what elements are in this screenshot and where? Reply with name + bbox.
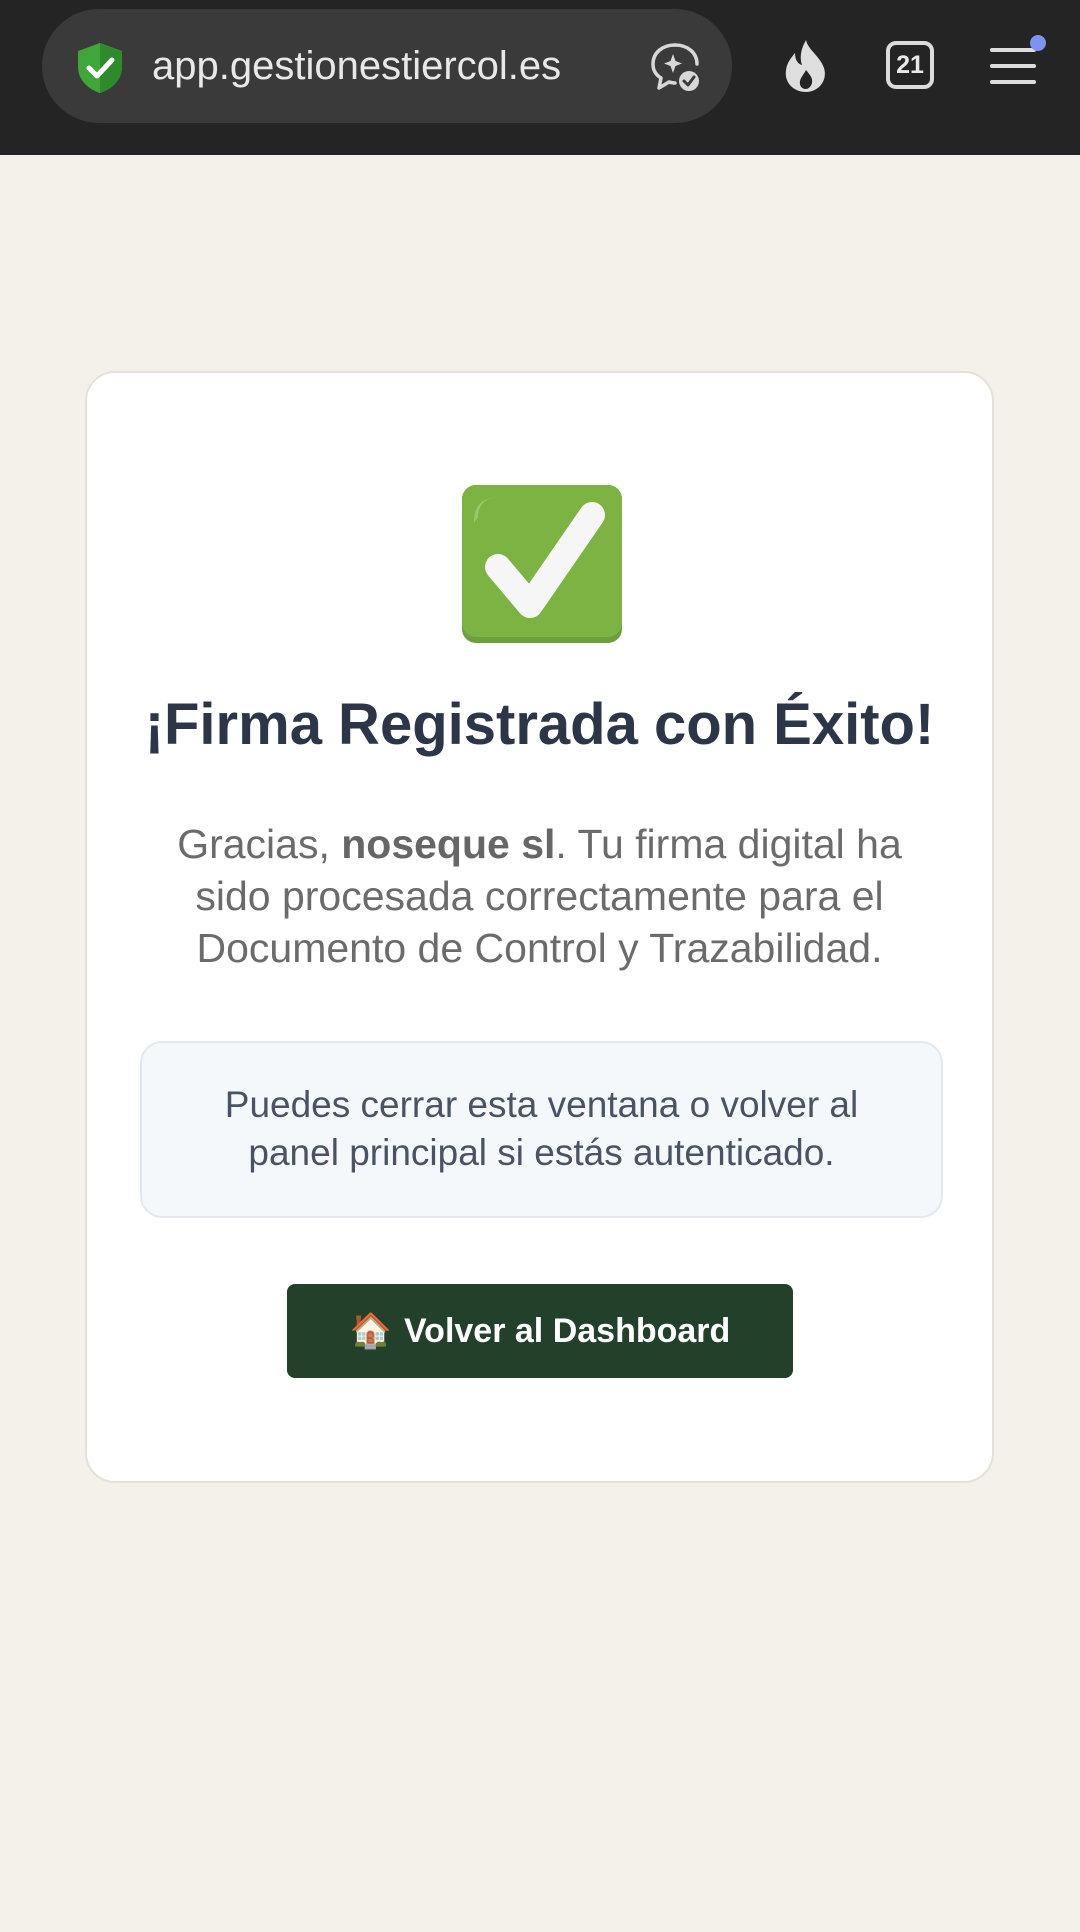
dashboard-button[interactable]: 🏠 Volver al Dashboard [287,1284,793,1378]
house-icon: 🏠 [349,1312,393,1350]
notification-dot [1030,35,1046,51]
ai-assistant-icon[interactable] [647,39,703,95]
url-text[interactable]: app.gestionestiercol.es [152,9,561,123]
menu-icon[interactable] [990,44,1040,88]
tabs-icon[interactable]: 21 [886,41,934,89]
success-card: ¡Firma Registrada con Éxito! Gracias, no… [85,371,994,1483]
check-mark-icon [462,485,622,643]
info-text: Puedes cerrar esta ventana o volver al p… [224,1084,859,1173]
info-box: Puedes cerrar esta ventana o volver al p… [140,1041,943,1218]
address-bar[interactable]: app.gestionestiercol.es [42,9,732,123]
page-title: ¡Firma Registrada con Éxito! [144,692,935,757]
dashboard-button-label: Volver al Dashboard [404,1312,731,1350]
message-prefix: Gracias, [177,821,342,867]
fire-icon[interactable] [780,38,832,94]
signer-name: noseque sl [341,821,556,867]
confirmation-message: Gracias, noseque sl. Tu firma digital ha… [147,818,932,974]
browser-toolbar: app.gestionestiercol.es 21 [0,0,1080,155]
shield-check-icon[interactable] [72,40,128,96]
